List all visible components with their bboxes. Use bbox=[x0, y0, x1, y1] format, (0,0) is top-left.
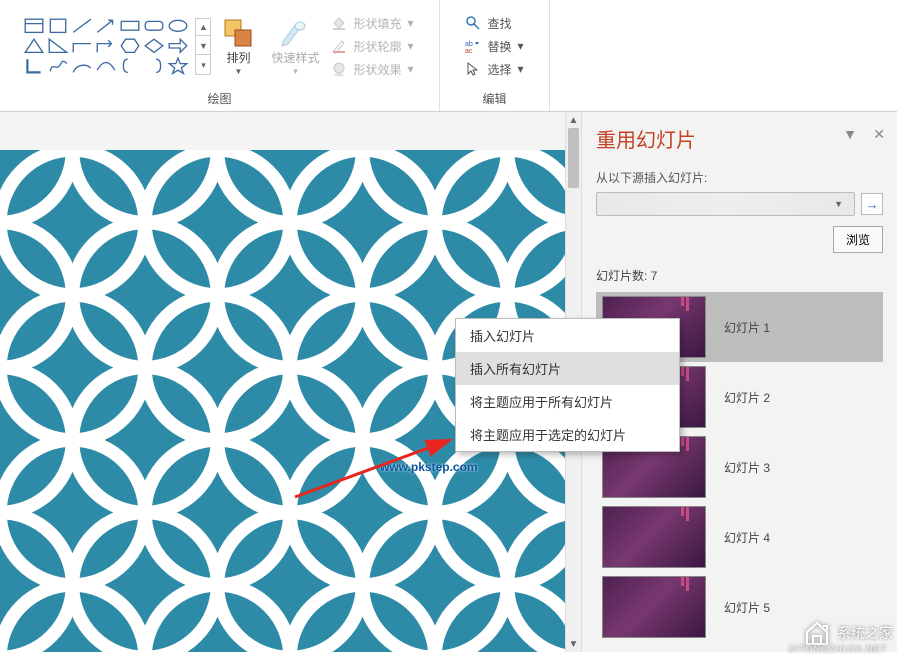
slide-thumb-label: 幻灯片 4 bbox=[724, 529, 770, 546]
dropdown-icon: ▼ bbox=[235, 67, 243, 76]
replace-icon: abac bbox=[465, 38, 481, 54]
shape-roundrect-icon[interactable] bbox=[143, 17, 165, 35]
shapes-down-icon[interactable]: ▼ bbox=[196, 38, 210, 55]
arrange-icon bbox=[221, 16, 255, 50]
slide-thumb-item[interactable]: 幻灯片 4 bbox=[596, 502, 883, 572]
search-icon bbox=[465, 15, 481, 31]
scroll-down-icon[interactable]: ▼ bbox=[566, 636, 581, 652]
site-watermark: 系统之家 XITONGZHIJIA.NET bbox=[803, 620, 893, 646]
shape-elbow-icon[interactable] bbox=[71, 37, 93, 55]
scroll-thumb[interactable] bbox=[568, 128, 579, 188]
shape-brace2-icon[interactable] bbox=[143, 57, 165, 75]
shape-brace-icon[interactable] bbox=[119, 57, 141, 75]
quickstyles-button[interactable]: 快速样式 ▼ bbox=[265, 14, 325, 78]
replace-label: 替换 bbox=[487, 38, 511, 55]
browse-button[interactable]: 浏览 bbox=[833, 226, 883, 253]
quickstyles-label: 快速样式 bbox=[271, 52, 319, 65]
ctx-insert-slide[interactable]: 插入幻灯片 bbox=[456, 319, 679, 352]
shape-triangle-icon[interactable] bbox=[23, 37, 45, 55]
slide-thumb-label: 幻灯片 1 bbox=[724, 319, 770, 336]
shapes-more-icon[interactable]: ▾ bbox=[196, 57, 210, 74]
group-label-editing: 编辑 bbox=[482, 88, 506, 109]
find-label: 查找 bbox=[487, 15, 511, 32]
context-menu: 插入幻灯片 插入所有幻灯片 将主题应用于所有幻灯片 将主题应用于选定的幻灯片 bbox=[455, 318, 680, 452]
shape-diamond-icon[interactable] bbox=[143, 37, 165, 55]
shape-freeform-icon[interactable] bbox=[47, 57, 69, 75]
shapes-gallery[interactable] bbox=[23, 17, 189, 75]
quickstyles-icon bbox=[278, 16, 312, 50]
ctx-insert-all-slides[interactable]: 插入所有幻灯片 bbox=[456, 352, 679, 385]
ribbon-group-editing: 查找 abac 替换▾ 选择▾ 编辑 bbox=[440, 0, 550, 111]
effects-icon bbox=[331, 61, 347, 77]
source-input[interactable] bbox=[596, 192, 855, 216]
ribbon: ▲ ▼ ▾ 排列 ▼ 快速样式 ▼ 形状填充▾ bbox=[0, 0, 897, 112]
svg-text:ac: ac bbox=[465, 48, 473, 54]
main-area: www.pkstep.com ▲ ▼ 重用幻灯片 ▼ ✕ 从以下源插入幻灯片: … bbox=[0, 112, 897, 652]
select-label: 选择 bbox=[487, 61, 511, 78]
arrange-label: 排列 bbox=[226, 52, 250, 65]
slide-thumbnail bbox=[602, 576, 706, 638]
slide-count: 幻灯片数: 7 bbox=[596, 267, 883, 284]
shape-rtriangle-icon[interactable] bbox=[47, 37, 69, 55]
site-domain: XITONGZHIJIA.NET bbox=[789, 644, 887, 654]
bucket-icon bbox=[331, 15, 347, 31]
shape-square-icon[interactable] bbox=[47, 17, 69, 35]
shape-outline-button[interactable]: 形状轮廓▾ bbox=[329, 37, 415, 56]
slide-thumb-label: 幻灯片 3 bbox=[724, 459, 770, 476]
shape-outline-label: 形状轮廓 bbox=[353, 38, 401, 55]
shape-arrowline-icon[interactable] bbox=[95, 17, 117, 35]
shape-fill-button[interactable]: 形状填充▾ bbox=[329, 14, 415, 33]
slide-thumb-label: 幻灯片 2 bbox=[724, 389, 770, 406]
arrange-button[interactable]: 排列 ▼ bbox=[215, 14, 261, 78]
shape-line-icon[interactable] bbox=[71, 17, 93, 35]
shape-fill-label: 形状填充 bbox=[353, 15, 401, 32]
ribbon-group-drawing: ▲ ▼ ▾ 排列 ▼ 快速样式 ▼ 形状填充▾ bbox=[0, 0, 440, 111]
find-button[interactable]: 查找 bbox=[463, 14, 525, 33]
pen-icon bbox=[331, 38, 347, 54]
shape-textbox-icon[interactable] bbox=[23, 17, 45, 35]
ctx-apply-theme-selected[interactable]: 将主题应用于选定的幻灯片 bbox=[456, 418, 679, 451]
shape-lshape-icon[interactable] bbox=[23, 57, 45, 75]
shape-arrow-icon[interactable] bbox=[167, 37, 189, 55]
site-name: 系统之家 bbox=[837, 623, 893, 643]
pane-title: 重用幻灯片 bbox=[596, 124, 883, 153]
scroll-up-icon[interactable]: ▲ bbox=[566, 112, 581, 128]
slide-thumb-label: 幻灯片 5 bbox=[724, 599, 770, 616]
shape-effects-label: 形状效果 bbox=[353, 61, 401, 78]
go-button[interactable]: → bbox=[861, 193, 883, 215]
svg-text:ab: ab bbox=[465, 41, 473, 48]
ctx-apply-theme-all[interactable]: 将主题应用于所有幻灯片 bbox=[456, 385, 679, 418]
slide-thumbnail bbox=[602, 506, 706, 568]
pane-close-icon[interactable]: ✕ bbox=[873, 126, 885, 143]
shape-star-icon[interactable] bbox=[167, 57, 189, 75]
group-label-drawing: 绘图 bbox=[207, 88, 231, 109]
cursor-icon bbox=[465, 61, 481, 77]
shape-effects-button[interactable]: 形状效果▾ bbox=[329, 60, 415, 79]
shape-ellipse-icon[interactable] bbox=[167, 17, 189, 35]
shape-curve-icon[interactable] bbox=[95, 57, 117, 75]
watermark-text: www.pkstep.com bbox=[380, 460, 478, 474]
shape-hex-icon[interactable] bbox=[119, 37, 141, 55]
shapes-up-icon[interactable]: ▲ bbox=[196, 19, 210, 36]
shapes-scroll[interactable]: ▲ ▼ ▾ bbox=[195, 18, 211, 75]
replace-button[interactable]: abac 替换▾ bbox=[463, 37, 525, 56]
select-button[interactable]: 选择▾ bbox=[463, 60, 525, 79]
source-dropdown-icon[interactable]: ▼ bbox=[834, 199, 843, 209]
shape-arc-icon[interactable] bbox=[71, 57, 93, 75]
dropdown-icon: ▼ bbox=[292, 67, 300, 76]
source-label: 从以下源插入幻灯片: bbox=[596, 169, 883, 186]
shape-rect-icon[interactable] bbox=[119, 17, 141, 35]
shape-elbowarrow-icon[interactable] bbox=[95, 37, 117, 55]
house-icon bbox=[803, 620, 831, 646]
pane-options-icon[interactable]: ▼ bbox=[843, 126, 857, 142]
